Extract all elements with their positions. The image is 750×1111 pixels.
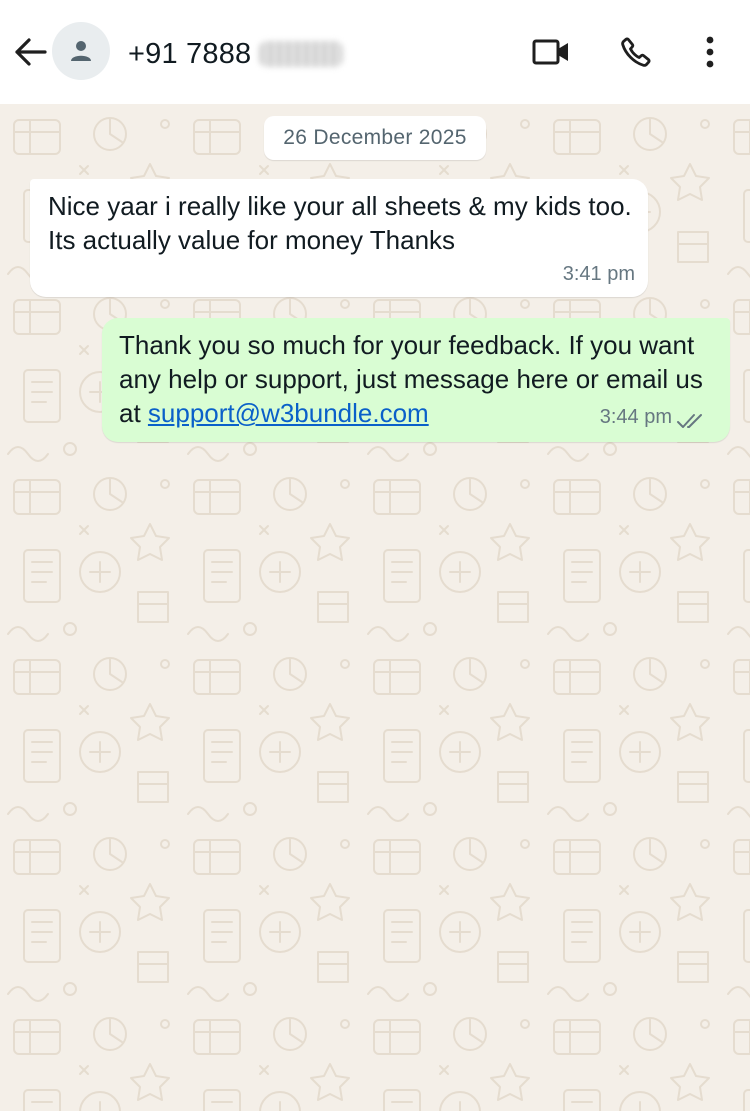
email-link[interactable]: support@w3bundle.com bbox=[148, 398, 429, 428]
date-separator: 26 December 2025 bbox=[264, 116, 486, 160]
contact-number: +91 7888 bbox=[128, 37, 252, 70]
redacted-number-blur bbox=[259, 41, 344, 67]
voice-call-button[interactable] bbox=[616, 32, 656, 72]
avatar[interactable] bbox=[52, 22, 110, 80]
double-check-icon bbox=[677, 414, 702, 428]
phone-icon bbox=[621, 37, 651, 67]
incoming-message[interactable]: Nice yaar i really like your all sheets … bbox=[30, 179, 648, 297]
outgoing-message[interactable]: Thank you so much for your feedback. If … bbox=[102, 318, 730, 442]
more-vertical-icon bbox=[706, 36, 714, 68]
message-text: Nice yaar i really like your all sheets … bbox=[48, 191, 632, 255]
message-time: 3:44 pm bbox=[599, 406, 672, 428]
message-time: 3:41 pm bbox=[562, 263, 635, 285]
more-options-button[interactable] bbox=[694, 32, 726, 72]
chat-area[interactable]: 26 December 2025 Nice yaar i really like… bbox=[0, 104, 750, 1111]
chat-header: +91 7888 bbox=[0, 0, 750, 104]
arrow-left-icon bbox=[15, 38, 47, 66]
video-camera-icon bbox=[532, 39, 568, 65]
person-icon bbox=[71, 41, 91, 61]
back-button[interactable] bbox=[10, 30, 50, 74]
contact-name[interactable]: +91 7888 bbox=[128, 34, 344, 74]
video-call-button[interactable] bbox=[530, 32, 572, 72]
